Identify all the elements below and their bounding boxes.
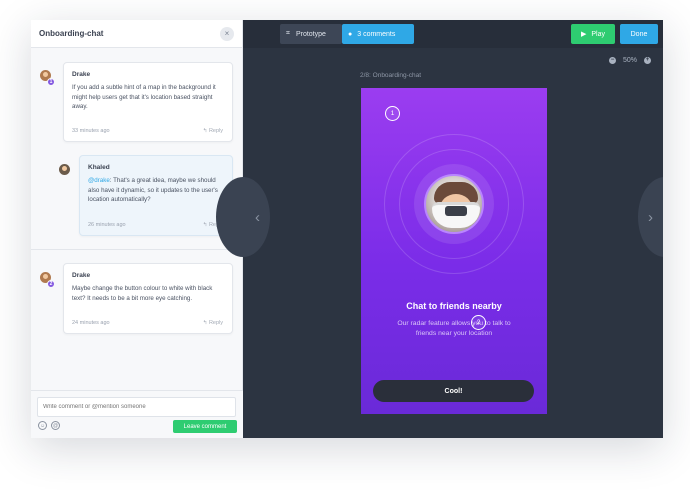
mention-icon[interactable]: @ xyxy=(51,421,60,430)
comment-composer: ☺ @ Leave comment xyxy=(31,390,243,438)
speech-bubble-icon: ● xyxy=(348,30,353,38)
mention-link[interactable]: @drake xyxy=(88,177,110,184)
screen-label: 2/8: Onboarding-chat xyxy=(360,72,422,79)
leave-comment-button[interactable]: Leave comment xyxy=(173,420,237,433)
comment-card: Drake Maybe change the button colour to … xyxy=(63,263,233,334)
app-window: Onboarding-chat × 1 Drake If you add a s… xyxy=(31,20,663,438)
comment-text: @drake: That's a great idea, maybe we sh… xyxy=(88,176,224,205)
prototype-label: Prototype xyxy=(295,30,326,38)
close-icon[interactable]: × xyxy=(220,26,234,41)
comment-number-badge: 2 xyxy=(47,280,55,288)
sidebar-title: Onboarding-chat xyxy=(39,29,104,38)
avatar xyxy=(59,164,70,175)
sidebar-header: Onboarding-chat × xyxy=(31,20,242,48)
top-toolbar: ⌗ Prototype ● 3 comments ▶ Play Done xyxy=(243,20,663,48)
comments-sidebar: Onboarding-chat × 1 Drake If you add a s… xyxy=(31,20,243,438)
chevron-right-icon: › xyxy=(648,208,653,226)
comment-text: If you add a subtle hint of a map in the… xyxy=(72,84,216,110)
comment-pin[interactable]: 1 xyxy=(385,106,400,121)
friend-avatar xyxy=(424,174,484,234)
reply-link[interactable]: ↰ Reply xyxy=(203,128,223,134)
zoom-level: 50% xyxy=(622,57,637,64)
comment-author: Khaled xyxy=(88,164,110,171)
emoji-icon[interactable]: ☺ xyxy=(38,421,47,430)
play-label: Play xyxy=(591,30,605,38)
comment-author: Drake xyxy=(72,71,91,78)
zoom-control: − 50% + xyxy=(608,57,651,64)
comment-pin[interactable]: 2 xyxy=(471,315,486,330)
phone-subtitle: Our radar feature allows you to talk to … xyxy=(397,320,511,337)
crop-icon: ⌗ xyxy=(286,30,290,37)
comment-time: 26 minutes ago xyxy=(88,222,126,228)
play-button[interactable]: ▶ Play xyxy=(571,24,615,44)
play-icon: ▶ xyxy=(580,31,587,38)
thread-divider xyxy=(31,249,243,250)
prototype-button[interactable]: ⌗ Prototype xyxy=(280,24,342,44)
prototype-canvas: ⌗ Prototype ● 3 comments ▶ Play Done − 5… xyxy=(216,20,663,438)
comment-input[interactable] xyxy=(37,397,236,417)
comments-label: 3 comments xyxy=(357,30,396,38)
next-screen-button[interactable]: › xyxy=(638,177,663,257)
reply-card: Khaled @drake: That's a great idea, mayb… xyxy=(79,155,233,236)
comment-number-badge: 1 xyxy=(47,78,55,86)
cool-button[interactable]: Cool! xyxy=(373,380,534,402)
comment-author: Drake xyxy=(72,272,91,279)
reply-link[interactable]: ↰ Reply xyxy=(203,320,223,326)
phone-screen: 1 Chat to friends nearby Our radar featu… xyxy=(361,88,547,414)
comment-text: Maybe change the button colour to white … xyxy=(72,285,213,302)
chevron-left-icon: ‹ xyxy=(255,208,260,226)
zoom-out-icon[interactable]: − xyxy=(608,57,616,64)
comment-card: Drake If you add a subtle hint of a map … xyxy=(63,62,233,142)
comment-time: 24 minutes ago xyxy=(72,320,110,326)
comment-time: 33 minutes ago xyxy=(72,128,110,134)
done-button[interactable]: Done xyxy=(620,24,658,44)
comments-button[interactable]: ● 3 comments xyxy=(342,24,414,44)
reply-label: Reply xyxy=(208,320,223,326)
reply-label: Reply xyxy=(208,128,223,134)
phone-title: Chat to friends nearby xyxy=(406,301,502,311)
zoom-in-icon[interactable]: + xyxy=(644,57,651,64)
previous-screen-button[interactable]: ‹ xyxy=(216,177,270,257)
